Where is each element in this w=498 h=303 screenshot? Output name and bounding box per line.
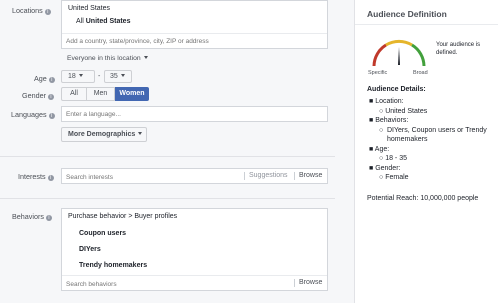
- info-icon[interactable]: i: [48, 77, 55, 83]
- gender-women-button[interactable]: Women: [115, 87, 149, 101]
- gender-men-button[interactable]: Men: [87, 87, 115, 101]
- audience-gauge: [372, 39, 426, 67]
- location-include-value: United States: [85, 18, 131, 25]
- detail-value: ○ United States: [379, 107, 428, 115]
- field-separator: [244, 172, 245, 180]
- chevron-down-icon: [138, 132, 143, 135]
- info-icon[interactable]: i: [44, 9, 51, 15]
- gauge-green-segment: [411, 43, 426, 67]
- behaviors-label: Behaviors i: [12, 212, 52, 221]
- location-scope-dropdown[interactable]: Everyone in this location: [67, 55, 148, 62]
- info-icon[interactable]: i: [47, 175, 54, 181]
- age-label: Age i: [34, 74, 55, 83]
- gauge-red-segment: [372, 43, 387, 67]
- interests-label: Interests i: [18, 172, 54, 181]
- behavior-category-path: Purchase behavior > Buyer profiles: [68, 213, 178, 220]
- age-max-select[interactable]: 35: [104, 70, 132, 83]
- locations-box: United States All United States: [61, 0, 328, 49]
- chevron-down-icon: [78, 74, 83, 77]
- location-include: All United States: [76, 18, 131, 25]
- section-divider: [0, 198, 335, 199]
- suggestions-link[interactable]: Suggestions: [249, 172, 288, 179]
- detail-item: ■ Behaviors:: [369, 117, 409, 124]
- section-divider: [0, 156, 335, 157]
- audience-definition-panel: Audience Definition Specific Broad Your …: [354, 0, 498, 303]
- behavior-item[interactable]: Coupon users: [79, 230, 126, 237]
- language-input[interactable]: [66, 109, 321, 119]
- potential-reach: Potential Reach: 10,000,000 people: [367, 195, 479, 202]
- detail-item: ■ Age:: [369, 145, 390, 153]
- field-separator: [294, 172, 295, 180]
- gauge-needle: [398, 47, 400, 65]
- more-demographics-button[interactable]: More Demographics: [61, 127, 147, 142]
- behavior-item[interactable]: DIYers: [79, 246, 101, 253]
- audience-title: Audience Definition: [367, 9, 447, 19]
- behavior-item[interactable]: Trendy homemakers: [79, 262, 147, 269]
- potential-reach-value: 10,000,000 people: [420, 195, 479, 202]
- age-separator: -: [98, 73, 101, 80]
- locations-label: Locations i: [12, 6, 51, 15]
- gender-segmented-control: All Men Women: [61, 87, 149, 101]
- chevron-down-icon: [120, 74, 125, 77]
- chevron-down-icon: [143, 56, 148, 59]
- gauge-broad-label: Broad: [413, 70, 428, 76]
- audience-status-message: Your audience is defined.: [436, 42, 481, 56]
- detail-value: ○ 18 - 35: [379, 155, 407, 162]
- detail-value: ○ DIYers, Coupon users or Trendy homemake…: [379, 126, 487, 144]
- behaviors-search-input[interactable]: [66, 279, 286, 289]
- location-search-input[interactable]: [66, 36, 321, 46]
- behaviors-divider: [62, 275, 327, 276]
- detail-item: ■ Location:: [369, 98, 404, 105]
- detail-item: ■ Gender:: [369, 164, 401, 172]
- interests-browse-link[interactable]: Browse: [299, 172, 322, 179]
- behaviors-box: Purchase behavior > Buyer profiles Coupo…: [61, 208, 328, 291]
- info-icon[interactable]: i: [45, 215, 52, 221]
- gauge-yellow-segment: [385, 39, 413, 47]
- languages-field[interactable]: [61, 106, 328, 122]
- location-country: United States: [68, 5, 111, 12]
- languages-label: Languages i: [11, 110, 55, 119]
- age-min-select[interactable]: 18: [61, 70, 95, 83]
- info-icon[interactable]: i: [48, 113, 55, 119]
- gender-all-button[interactable]: All: [61, 87, 87, 101]
- behaviors-browse-link[interactable]: Browse: [299, 279, 322, 286]
- audience-details-list: ■ Location: ○ United States ■ Behaviors:…: [369, 97, 493, 183]
- gender-label: Gender i: [22, 91, 54, 100]
- panel-divider: [355, 24, 498, 25]
- field-separator: [294, 279, 295, 287]
- gauge-specific-label: Specific: [368, 70, 388, 76]
- audience-details-title: Audience Details:: [367, 86, 426, 93]
- interests-field: Suggestions Browse: [61, 168, 328, 184]
- locations-divider: [62, 33, 327, 34]
- detail-value: ○ Female: [379, 174, 409, 181]
- interests-search-input[interactable]: [66, 172, 236, 182]
- info-icon[interactable]: i: [47, 94, 54, 100]
